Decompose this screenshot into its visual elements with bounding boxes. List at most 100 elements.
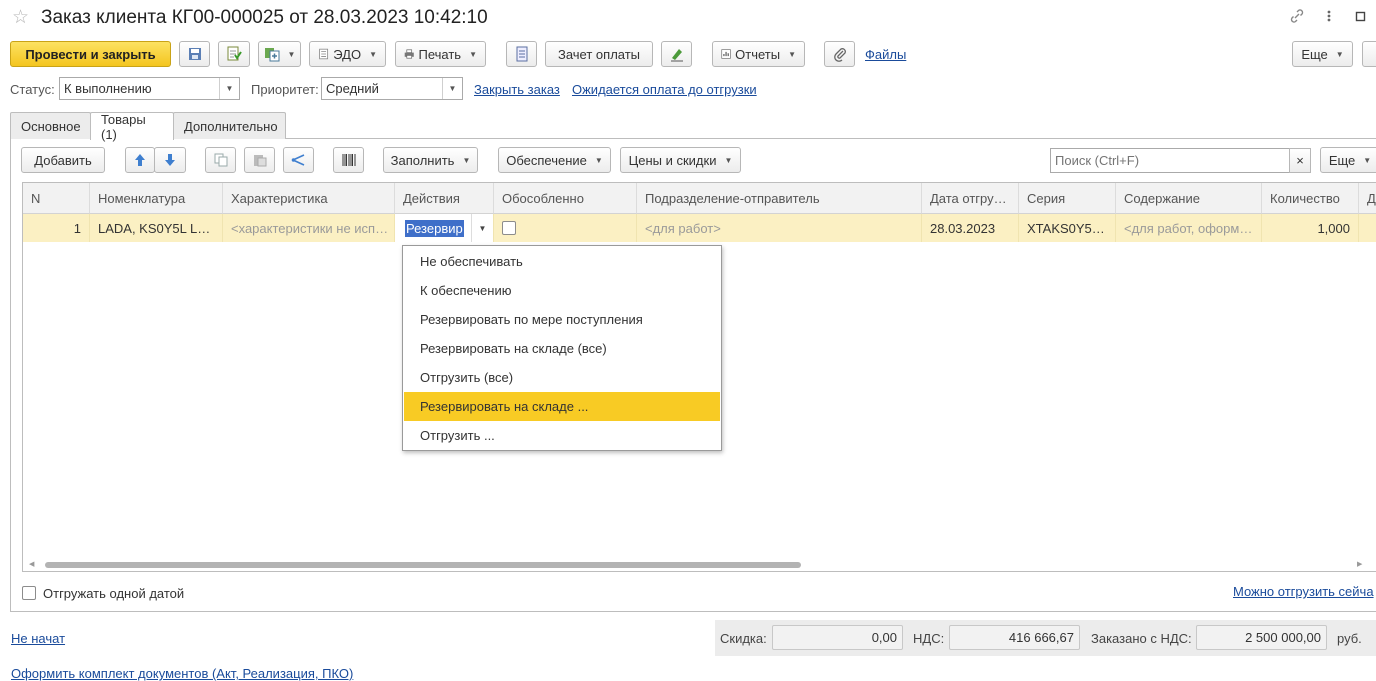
payment-expected-link[interactable]: Ожидается оплата до отгрузки (572, 82, 757, 97)
scroll-right-icon[interactable]: ▶ (1357, 560, 1362, 568)
printer-icon (404, 49, 414, 59)
chevron-down-icon[interactable]: ▼ (471, 214, 493, 242)
attach-file-button[interactable] (824, 41, 855, 67)
cell-characteristic[interactable]: <характеристики не исп… (223, 214, 395, 242)
ship-one-date-label: Отгружать одной датой (43, 586, 185, 601)
column-header-separately[interactable]: Обособленно (494, 183, 637, 214)
chevron-down-icon[interactable]: ▼ (219, 78, 239, 99)
dropdown-item[interactable]: Отгрузить ... (404, 421, 720, 450)
chevron-down-icon: ▼ (1335, 49, 1344, 59)
reports-button[interactable]: Отчеты ▼ (712, 41, 805, 67)
paperclip-icon (833, 48, 846, 62)
favorite-star-icon[interactable]: ☆ (12, 8, 29, 28)
column-header-n[interactable]: N (23, 183, 90, 214)
cell-separately[interactable] (494, 214, 637, 242)
dropdown-item[interactable]: Резервировать по мере поступления (404, 305, 720, 334)
tab-main[interactable]: Основное (10, 112, 91, 139)
split-row-button[interactable] (283, 147, 314, 173)
paste-button[interactable] (244, 147, 275, 173)
scrollbar-thumb[interactable] (45, 562, 801, 568)
fill-button[interactable]: Заполнить ▼ (383, 147, 478, 173)
cell-n[interactable]: 1 (23, 214, 90, 242)
cell-series[interactable]: XTAKS0Y5… (1019, 214, 1116, 242)
cell-department[interactable]: <для работ> (637, 214, 922, 242)
column-header-content[interactable]: Содержание (1116, 183, 1262, 214)
edo-icon (319, 48, 329, 60)
dropdown-item-selected[interactable]: Резервировать на складе ... (404, 392, 720, 421)
copy-row-button[interactable] (205, 147, 236, 173)
tab-goods[interactable]: Товары (1) (90, 112, 174, 142)
link-icon[interactable] (1289, 8, 1305, 29)
ship-one-date-checkbox[interactable] (22, 586, 36, 600)
action-input-text[interactable]: Резервир (405, 219, 464, 237)
cell-action-editor[interactable]: Резервир ▼ (395, 214, 494, 242)
maximize-icon[interactable] (1355, 8, 1367, 29)
more-button[interactable]: Еще ▼ (1292, 41, 1353, 67)
arrow-up-icon (135, 154, 145, 166)
move-up-button[interactable] (125, 147, 155, 173)
vat-label: НДС: (913, 631, 945, 646)
separately-checkbox[interactable] (502, 221, 516, 235)
report-icon (721, 49, 731, 59)
files-link[interactable]: Файлы (865, 47, 906, 62)
not-started-link[interactable]: Не начат (11, 631, 65, 646)
cell-nomenclature[interactable]: LADA, KS0Y5L L… (90, 214, 223, 242)
post-and-close-button[interactable]: Провести и закрыть (10, 41, 171, 67)
column-header-characteristic[interactable]: Характеристика (223, 183, 395, 214)
dropdown-item[interactable]: Не обеспечивать (404, 247, 720, 276)
priority-select[interactable]: Средний ▼ (321, 77, 463, 100)
horizontal-scrollbar[interactable]: ◀ ▶ (29, 560, 1367, 570)
create-based-on-button[interactable]: ▼ (258, 41, 301, 67)
dropdown-item[interactable]: Резервировать на складе (все) (404, 334, 720, 363)
more-vertical-icon[interactable] (1326, 8, 1332, 29)
save-button[interactable] (179, 41, 210, 67)
print-button[interactable]: Печать ▼ (395, 41, 486, 67)
cell-content[interactable]: <для работ, оформ… (1116, 214, 1262, 242)
cell-ship-date[interactable]: 28.03.2023 (922, 214, 1019, 242)
column-header-nomenclature[interactable]: Номенклатура (90, 183, 223, 214)
table-more-button[interactable]: Еще ▼ (1320, 147, 1376, 173)
copy-icon (214, 153, 227, 167)
close-order-link[interactable]: Закрыть заказ (474, 82, 560, 97)
prices-discounts-button[interactable]: Цены и скидки ▼ (620, 147, 741, 173)
search-input[interactable] (1050, 148, 1290, 173)
column-header-series[interactable]: Серия (1019, 183, 1116, 214)
column-header-ship-date[interactable]: Дата отгру… (922, 183, 1019, 214)
save-icon (188, 48, 201, 60)
edo-button[interactable]: ЭДО ▼ (309, 41, 386, 67)
chevron-down-icon: ▼ (1363, 155, 1372, 165)
split-icon (291, 154, 304, 166)
dropdown-item[interactable]: К обеспечению (404, 276, 720, 305)
document-structure-button[interactable] (506, 41, 537, 67)
tab-additional[interactable]: Дополнительно (173, 112, 286, 139)
chevron-down-icon[interactable]: ▼ (442, 78, 462, 99)
payment-offset-button[interactable]: Зачет оплаты (545, 41, 653, 67)
cell-quantity[interactable]: 1,000 (1262, 214, 1359, 242)
issue-documents-link[interactable]: Оформить комплект документов (Акт, Реали… (11, 666, 353, 681)
dropdown-item[interactable]: Отгрузить (все) (404, 363, 720, 392)
chevron-down-icon: ▼ (287, 49, 296, 59)
post-button[interactable] (218, 41, 250, 67)
cell-d[interactable] (1359, 214, 1376, 242)
provision-button[interactable]: Обеспечение ▼ (498, 147, 611, 173)
vat-value: 416 666,67 (949, 625, 1080, 650)
add-row-button[interactable]: Добавить (21, 147, 105, 173)
status-label: Статус: (10, 82, 55, 97)
help-button[interactable] (1362, 41, 1376, 67)
column-header-d[interactable]: Д (1359, 183, 1376, 214)
scroll-left-icon[interactable]: ◀ (29, 560, 34, 568)
chevron-down-icon: ▼ (462, 155, 471, 165)
move-down-button[interactable] (154, 147, 186, 173)
create-based-on-icon (264, 48, 280, 62)
clear-search-button[interactable]: × (1289, 148, 1311, 173)
can-ship-now-link[interactable]: Можно отгрузить сейча (1233, 584, 1374, 599)
discount-label: Скидка: (720, 631, 767, 646)
barcode-button[interactable] (333, 147, 364, 173)
ordered-with-vat-label: Заказано с НДС: (1091, 631, 1192, 646)
column-header-quantity[interactable]: Количество (1262, 183, 1359, 214)
column-header-department[interactable]: Подразделение-отправитель (637, 183, 922, 214)
column-header-actions[interactable]: Действия (395, 183, 494, 214)
status-select[interactable]: К выполнению ▼ (59, 77, 240, 100)
priority-label: Приоритет: (251, 82, 319, 97)
sign-button[interactable] (661, 41, 692, 67)
